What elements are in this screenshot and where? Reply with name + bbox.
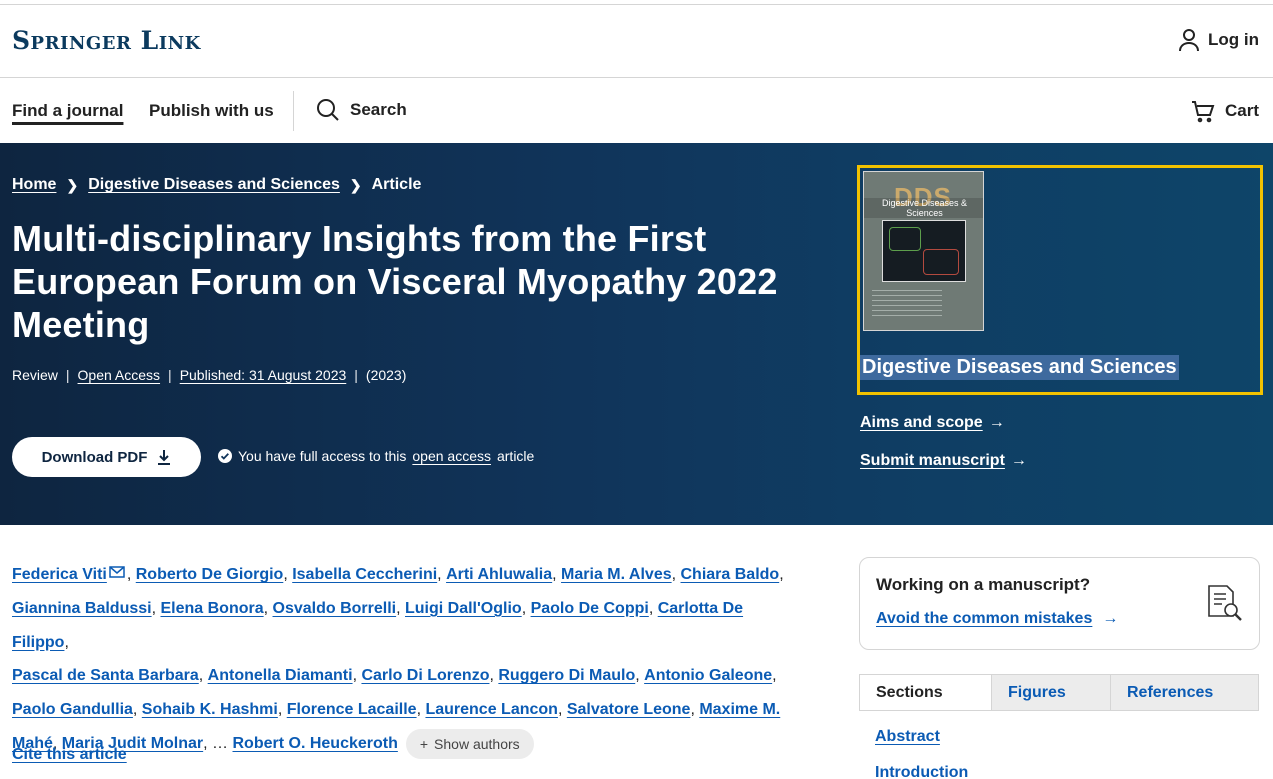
access-prefix: You have full access to this <box>238 448 407 464</box>
article-tabs: Sections Figures References <box>859 674 1259 711</box>
breadcrumb-journal[interactable]: Digestive Diseases and Sciences <box>88 176 340 194</box>
article-type: Review <box>12 367 58 383</box>
check-circle-icon <box>218 449 232 463</box>
top-border <box>0 0 1273 5</box>
journal-name-link[interactable]: Digestive Diseases and Sciences <box>860 355 1179 380</box>
author-link[interactable]: Isabella Ceccherini <box>292 566 437 583</box>
author-list: Federica Viti, Roberto De Giorgio, Isabe… <box>12 558 792 761</box>
breadcrumb-current: Article <box>371 176 422 193</box>
manuscript-question: Working on a manuscript? <box>876 575 1091 594</box>
author-link[interactable]: Antonella Diamanti <box>208 667 353 684</box>
plus-icon: + <box>419 735 429 752</box>
springer-link-logo[interactable]: Springer Link <box>12 26 201 55</box>
cover-text-lines <box>872 290 942 316</box>
article-meta: Review | Open Access | Published: 31 Aug… <box>12 367 407 383</box>
author-link[interactable]: Paolo De Coppi <box>531 600 649 617</box>
show-authors-button[interactable]: + Show authors <box>405 728 534 759</box>
author-link[interactable]: Florence Lacaille <box>287 701 417 718</box>
author-link[interactable]: Sohaib K. Hashmi <box>142 701 278 718</box>
article-title: Multi-disciplinary Insights from the Fir… <box>12 218 778 345</box>
published-date-link[interactable]: Published: 31 August 2023 <box>180 367 347 383</box>
author-link[interactable]: Salvatore Leone <box>567 701 691 718</box>
author-link[interactable]: Osvaldo Borrelli <box>273 600 397 617</box>
cart-icon <box>1191 101 1215 123</box>
search-button[interactable]: Search <box>316 98 407 122</box>
author-link[interactable]: Maria M. Alves <box>561 566 672 583</box>
author-link[interactable]: Carlo Di Lorenzo <box>361 667 489 684</box>
author-link[interactable]: Laurence Lancon <box>425 701 557 718</box>
download-pdf-button[interactable]: Download PDF <box>12 437 201 477</box>
nav-divider <box>293 91 294 131</box>
show-authors-label: Show authors <box>434 735 520 752</box>
login-button[interactable]: Log in <box>1178 28 1259 52</box>
document-search-icon <box>1208 585 1242 621</box>
download-icon <box>158 450 171 465</box>
breadcrumb-home[interactable]: Home <box>12 176 56 194</box>
article-year: (2023) <box>365 367 407 383</box>
access-open-access-link[interactable]: open access <box>412 448 491 464</box>
mail-icon[interactable] <box>109 566 125 578</box>
arrow-right-icon: → <box>988 414 1005 431</box>
submit-manuscript-link[interactable]: Submit manuscript → <box>860 452 1027 470</box>
article-hero: Home ❯ Digestive Diseases and Sciences ❯… <box>0 143 1273 525</box>
author-link[interactable]: Arti Ahluwalia <box>446 566 552 583</box>
open-access-link[interactable]: Open Access <box>78 367 161 383</box>
author-link[interactable]: Roberto De Giorgio <box>136 566 284 583</box>
cover-title: Digestive Diseases & Sciences <box>864 198 983 218</box>
nav-publish[interactable]: Publish with us <box>149 101 274 121</box>
chevron-right-icon: ❯ <box>349 176 362 193</box>
section-link-introduction[interactable]: Introduction <box>875 764 968 779</box>
tab-figures[interactable]: Figures <box>991 675 1110 710</box>
access-notice: You have full access to this open access… <box>218 448 534 464</box>
arrow-right-icon: → <box>1102 610 1119 627</box>
access-suffix: article <box>496 448 535 464</box>
author-link[interactable]: Antonio Galeone <box>644 667 772 684</box>
author-link[interactable]: Ruggero Di Maulo <box>498 667 635 684</box>
breadcrumb: Home ❯ Digestive Diseases and Sciences ❯… <box>12 176 421 194</box>
search-label: Search <box>350 100 407 119</box>
aims-scope-link[interactable]: Aims and scope → <box>860 414 1005 432</box>
cart-button[interactable]: Cart <box>1191 99 1259 123</box>
tab-references[interactable]: References <box>1110 675 1258 710</box>
author-link[interactable]: Elena Bonora <box>160 600 263 617</box>
chevron-right-icon: ❯ <box>66 176 79 193</box>
manuscript-tips-card: Working on a manuscript? Avoid the commo… <box>859 557 1260 650</box>
arrow-right-icon: → <box>1010 452 1027 469</box>
download-label: Download PDF <box>41 448 148 466</box>
author-link[interactable]: Paolo Gandullia <box>12 701 133 718</box>
cite-article-link[interactable]: Cite this article <box>12 746 127 764</box>
main-nav: Find a journal Publish with us Search Ca… <box>0 79 1273 143</box>
aims-label: Aims and scope <box>860 414 983 431</box>
avoid-mistakes-link[interactable]: Avoid the common mistakes → <box>876 610 1118 628</box>
user-icon <box>1179 29 1200 52</box>
cover-figure <box>882 220 966 282</box>
avoid-mistakes-label: Avoid the common mistakes <box>876 610 1093 627</box>
journal-focus-box[interactable]: DDS Digestive Diseases & Sciences Digest… <box>857 165 1263 395</box>
search-icon <box>317 99 339 121</box>
login-label: Log in <box>1208 30 1259 49</box>
author-link[interactable]: Chiara Baldo <box>681 566 780 583</box>
author-link[interactable]: Giannina Baldussi <box>12 600 152 617</box>
author-link[interactable]: Pascal de Santa Barbara <box>12 667 199 684</box>
nav-find-journal[interactable]: Find a journal <box>12 101 123 121</box>
section-link-abstract[interactable]: Abstract <box>875 728 940 746</box>
author-link[interactable]: Federica Viti <box>12 566 107 583</box>
authors-ellipsis: … <box>212 734 229 752</box>
journal-cover-image[interactable]: DDS Digestive Diseases & Sciences <box>863 171 984 331</box>
submit-label: Submit manuscript <box>860 452 1005 469</box>
tab-sections[interactable]: Sections <box>860 675 991 710</box>
site-header: Springer Link Log in <box>0 6 1273 78</box>
cart-label: Cart <box>1224 101 1259 120</box>
author-link[interactable]: Robert O. Heuckeroth <box>233 735 398 752</box>
author-link[interactable]: Luigi Dall'Oglio <box>405 600 522 617</box>
